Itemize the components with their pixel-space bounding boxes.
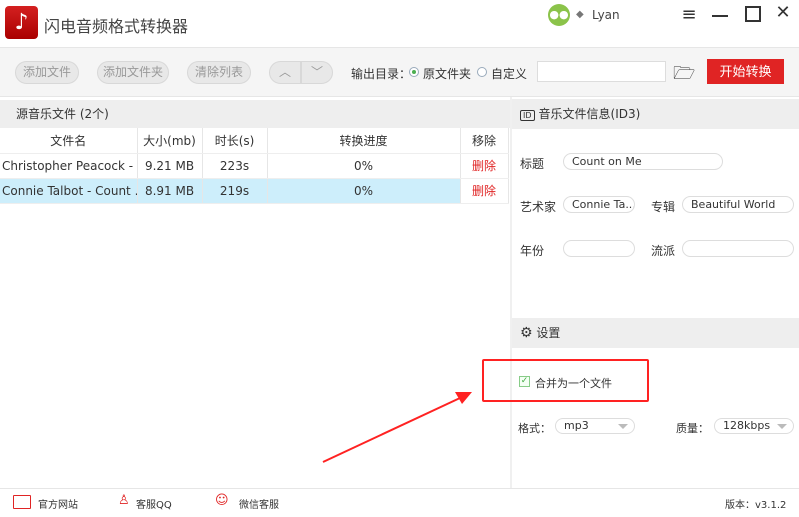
- annotation-arrow: [322, 392, 472, 463]
- qq-link[interactable]: 客服QQ: [136, 496, 172, 511]
- qq-icon: ♙: [118, 493, 130, 508]
- wechat-link[interactable]: 微信客服: [239, 496, 279, 511]
- website-link[interactable]: 官方网站: [38, 496, 78, 511]
- website-icon: [13, 495, 31, 509]
- version-label: 版本：v3.1.2: [725, 500, 787, 511]
- wechat-icon: ☺: [215, 493, 229, 508]
